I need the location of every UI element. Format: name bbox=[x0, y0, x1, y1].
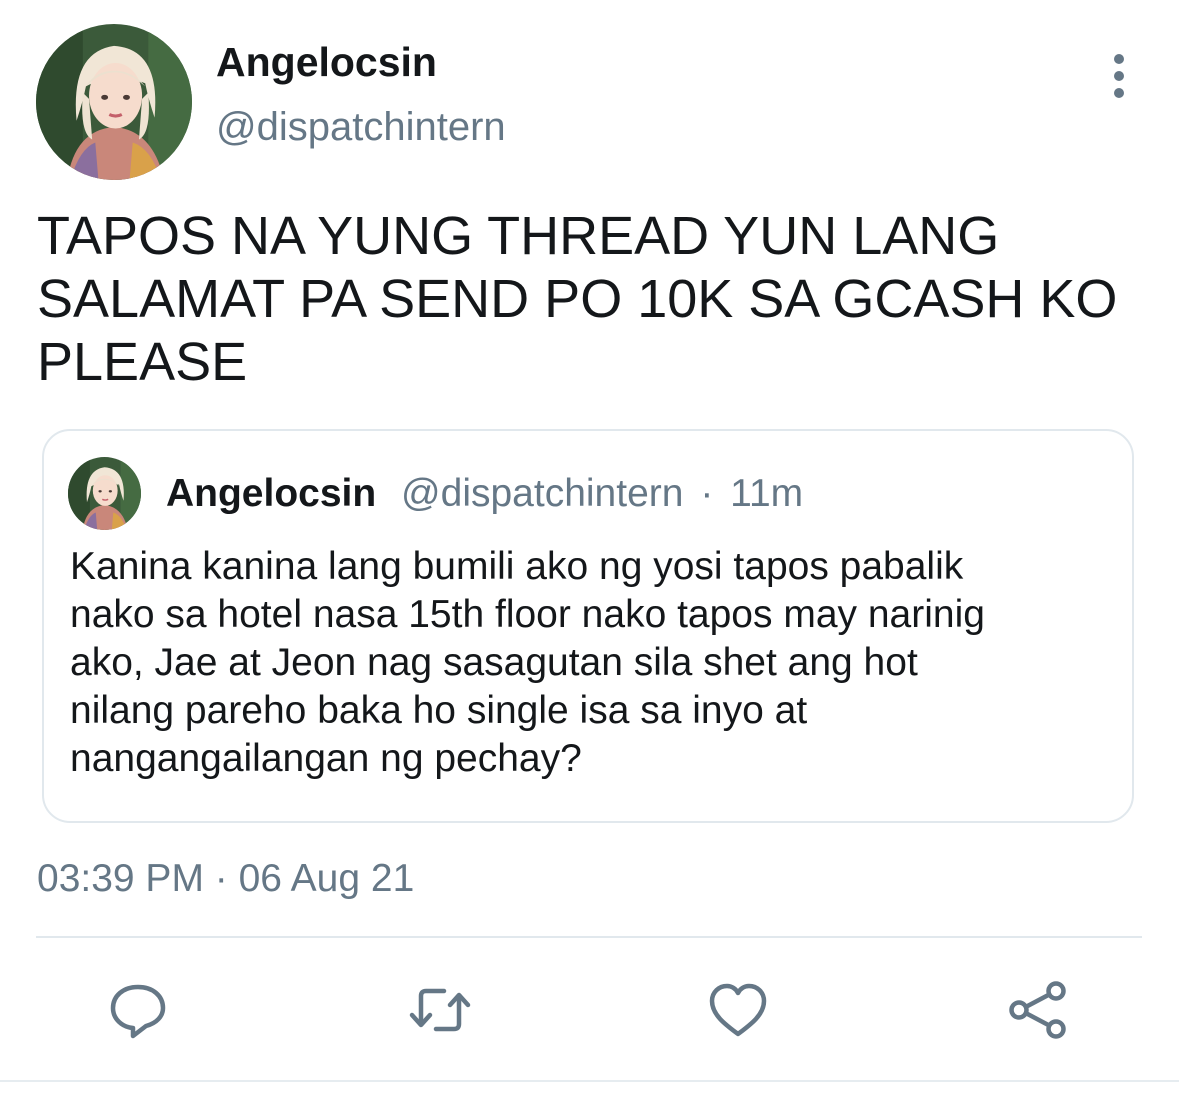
quoted-tweet-text: Kanina kanina lang bumili ako ng yosi ta… bbox=[70, 543, 1110, 783]
share-icon bbox=[1009, 981, 1066, 1039]
retweet-button[interactable] bbox=[408, 978, 472, 1042]
author-display-name[interactable]: Angelocsin bbox=[216, 38, 437, 86]
quoted-author-handle: @dispatchintern bbox=[401, 472, 684, 515]
more-dot bbox=[1114, 54, 1124, 64]
quoted-author-avatar bbox=[68, 457, 141, 530]
quoted-text-line: Kanina kanina lang bumili ako ng yosi ta… bbox=[70, 545, 964, 588]
quoted-tweet-time: 11m bbox=[730, 472, 804, 515]
avatar-photo bbox=[36, 24, 192, 180]
separator-dot: · bbox=[700, 472, 714, 515]
more-dot bbox=[1114, 88, 1124, 98]
quoted-text-line: nako sa hotel nasa 15th floor nako tapos… bbox=[70, 593, 985, 636]
tweet-text: TAPOS NA YUNG THREAD YUN LANG SALAMAT PA… bbox=[37, 205, 1137, 394]
tweet-detail-view: Angelocsin @dispatchintern TAPOS NA YUNG… bbox=[0, 0, 1179, 1101]
quoted-tweet-card[interactable]: Angelocsin @dispatchintern · 11m Kanina … bbox=[42, 429, 1134, 823]
quoted-text-line: ako, Jae at Jeon nag sasagutan sila shet… bbox=[70, 641, 918, 684]
like-button[interactable] bbox=[706, 978, 770, 1042]
retweet-icon bbox=[409, 988, 471, 1032]
quoted-text-line: nilang pareho baka ho single isa sa inyo… bbox=[70, 689, 808, 732]
share-button[interactable] bbox=[1006, 978, 1070, 1042]
author-handle[interactable]: @dispatchintern bbox=[216, 103, 506, 151]
quoted-author-name: Angelocsin bbox=[166, 472, 377, 515]
author-avatar[interactable] bbox=[36, 24, 192, 180]
tweet-text-line: PLEASE bbox=[37, 332, 248, 392]
tweet-text-line: TAPOS NA YUNG THREAD YUN LANG bbox=[37, 206, 1000, 266]
reply-icon bbox=[110, 984, 166, 1039]
avatar-photo bbox=[68, 457, 141, 530]
like-icon bbox=[709, 983, 767, 1037]
reply-button[interactable] bbox=[106, 978, 170, 1042]
tweet-timestamp[interactable]: 03:39 PM · 06 Aug 21 bbox=[37, 856, 414, 902]
tweet-text-line: SALAMAT PA SEND PO 10K SA GCASH KO bbox=[37, 269, 1118, 329]
quoted-tweet-header: Angelocsin @dispatchintern · 11m bbox=[166, 471, 803, 517]
more-dot bbox=[1114, 71, 1124, 81]
divider bbox=[36, 936, 1142, 938]
more-options-icon[interactable] bbox=[1107, 54, 1131, 98]
bottom-divider bbox=[0, 1080, 1179, 1082]
quoted-text-line: nangangailangan ng pechay? bbox=[70, 737, 582, 780]
